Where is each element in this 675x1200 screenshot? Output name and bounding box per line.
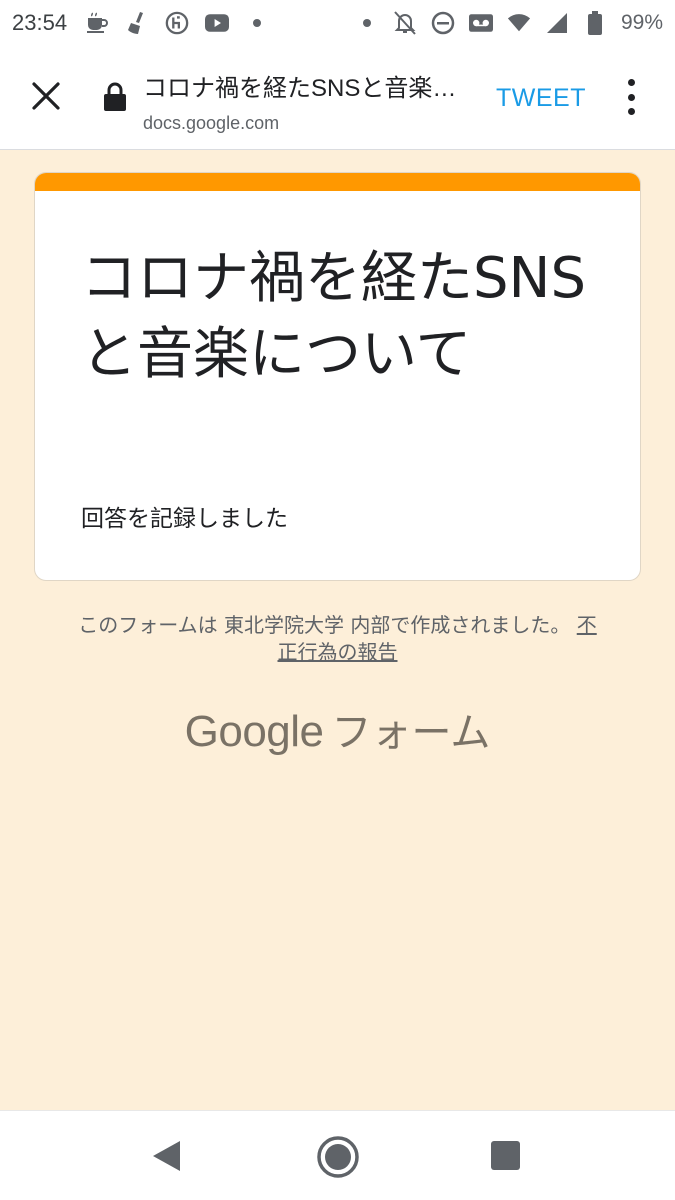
battery-percent: 99% (620, 11, 663, 34)
notification-icons (85, 11, 269, 35)
menu-dot-icon (627, 79, 635, 86)
battery-icon (583, 11, 607, 35)
signal-icon (545, 11, 569, 35)
footer-note-text: このフォームは 東北学院大学 内部で作成されました。 (78, 613, 571, 637)
do-not-disturb-icon (431, 11, 455, 35)
close-button[interactable] (26, 76, 66, 116)
menu-dot-icon (627, 93, 635, 101)
title-area: コロナ禍を経たSNSと音楽… docs.google.com (143, 68, 473, 134)
alarm-off-icon (393, 11, 417, 35)
dot-icon (245, 11, 269, 35)
form-card: コロナ禍を経たSNSと音楽について 回答を記録しました (34, 172, 641, 581)
google-forms-logo[interactable]: Google フォーム (0, 700, 675, 758)
custom-tab-toolbar: コロナ禍を経たSNSと音楽… docs.google.com TWEET (0, 46, 675, 150)
lock-icon[interactable] (103, 82, 127, 112)
system-icons: 99% (355, 11, 663, 35)
card-accent-bar (35, 173, 640, 191)
page-title: コロナ禍を経たSNSと音楽… (143, 75, 457, 102)
voicemail-icon (468, 11, 493, 35)
page-url: docs.google.com (143, 113, 280, 133)
close-icon (32, 82, 60, 110)
status-bar: 23:54 99% (0, 0, 675, 46)
tweet-button[interactable]: TWEET (496, 84, 586, 113)
coffee-icon (85, 11, 109, 35)
logo-forms-text: フォーム (331, 710, 491, 756)
status-time: 23:54 (12, 10, 68, 35)
wifi-icon (507, 11, 531, 35)
menu-dot-icon (627, 108, 635, 115)
form-title: コロナ禍を経たSNSと音楽について (81, 246, 586, 387)
back-button[interactable] (150, 1139, 182, 1177)
recents-button[interactable] (491, 1141, 520, 1170)
back-triangle-icon (153, 1141, 180, 1171)
home-circle-icon (317, 1136, 359, 1178)
broom-icon (125, 11, 149, 35)
hatena-icon (165, 11, 189, 35)
more-options-button[interactable] (620, 79, 642, 115)
home-button[interactable] (316, 1135, 360, 1183)
response-message: 回答を記録しました (81, 506, 288, 532)
youtube-icon (205, 11, 230, 35)
footer-note: このフォームは 東北学院大学 内部で作成されました。 不正行為の報告 (70, 612, 605, 666)
navigation-bar (0, 1110, 675, 1200)
logo-google-text: Google (184, 707, 324, 756)
dot-icon (355, 11, 379, 35)
